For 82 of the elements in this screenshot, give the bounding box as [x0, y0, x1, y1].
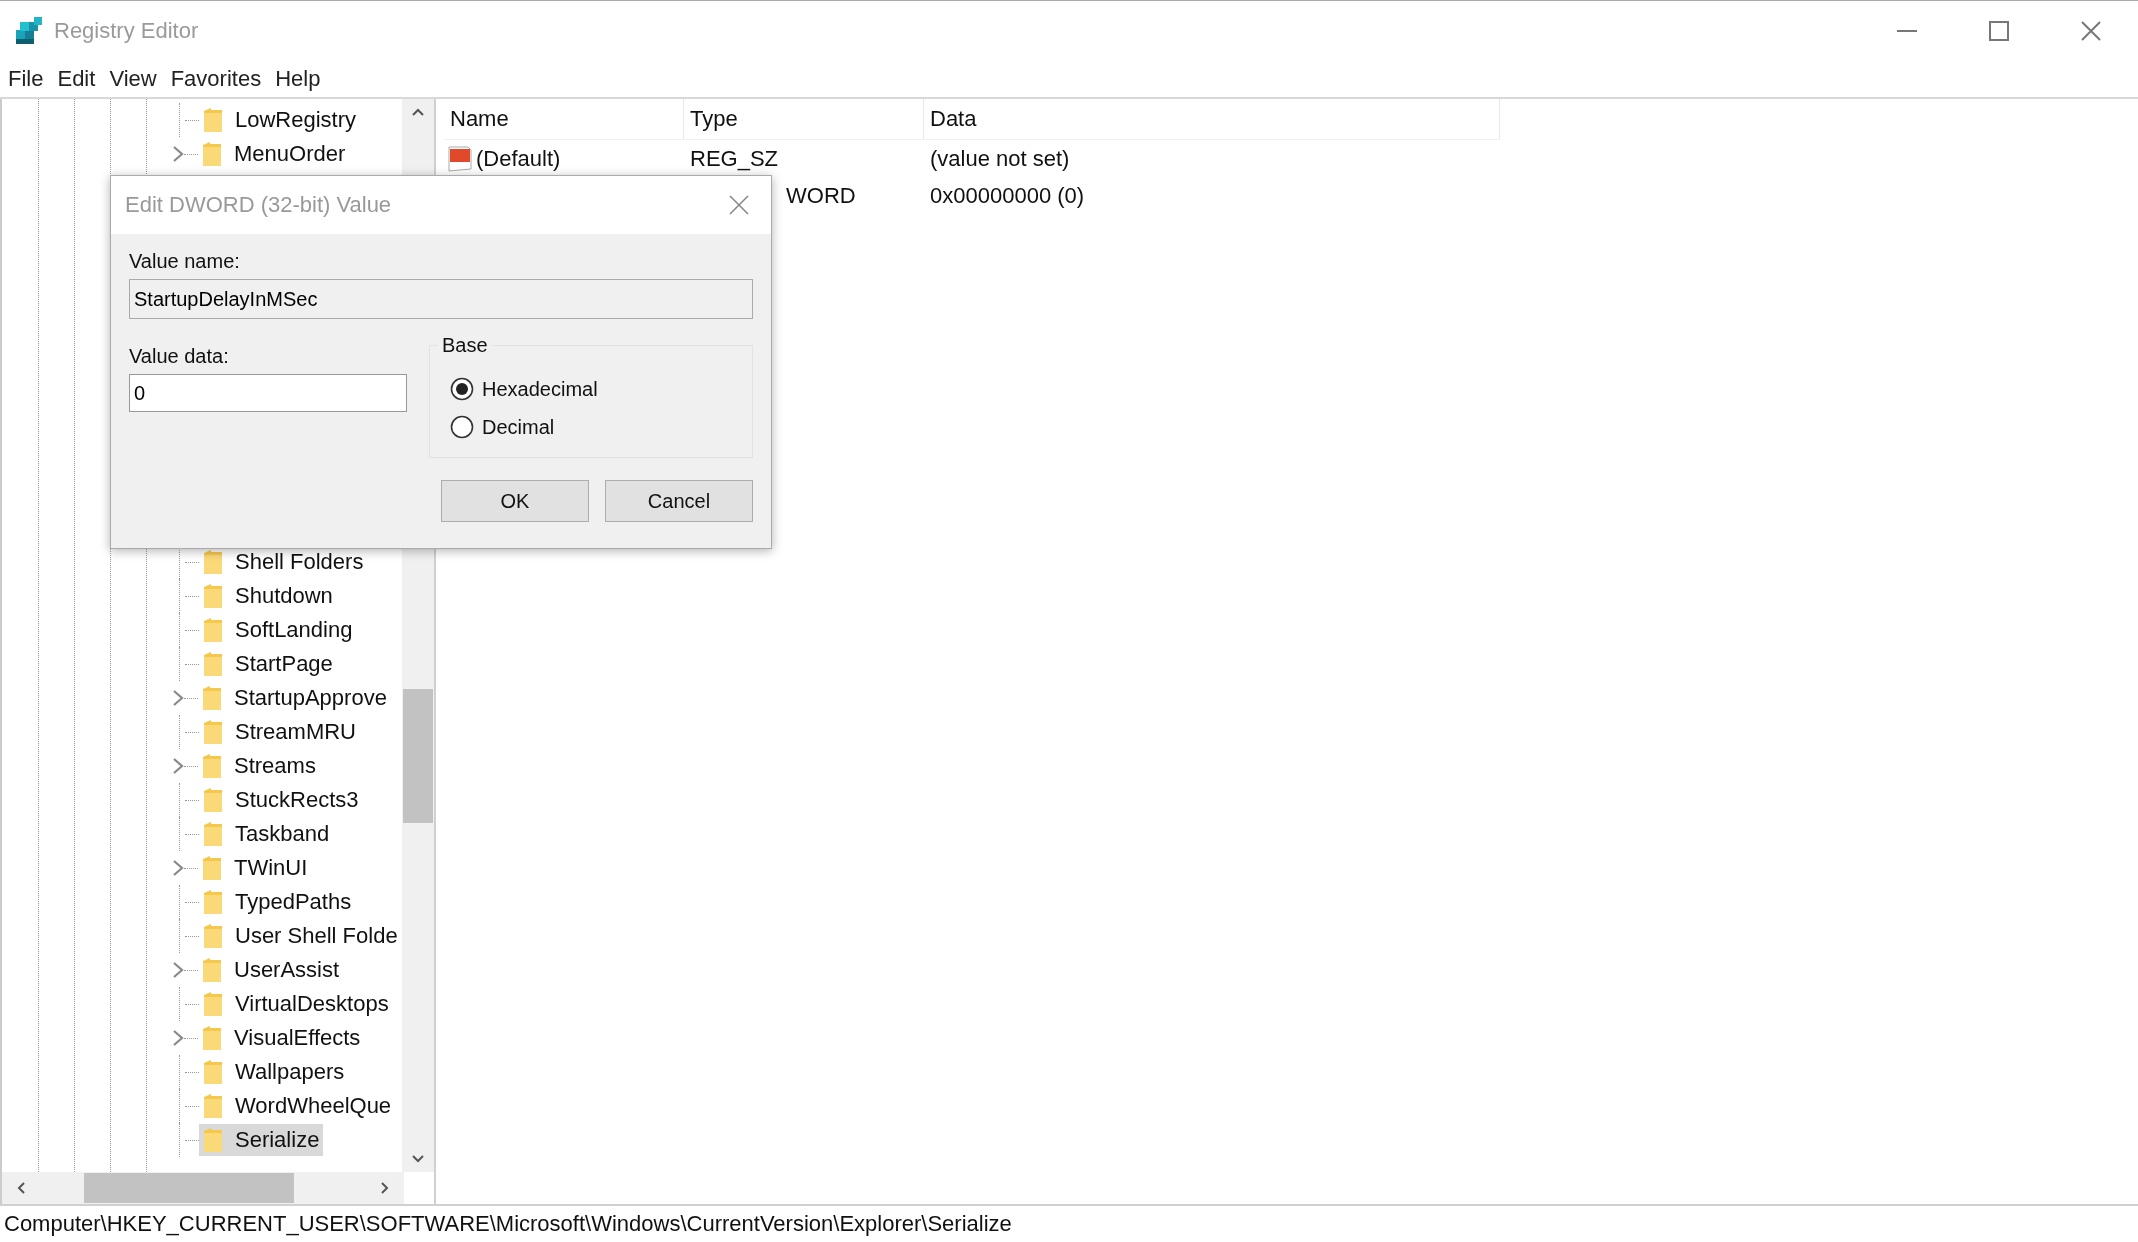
folder-icon — [203, 787, 223, 813]
folder-icon — [203, 1093, 223, 1119]
menu-item[interactable]: Help — [275, 66, 321, 92]
folder-icon — [203, 923, 223, 949]
folder-icon — [203, 1127, 223, 1153]
value-name[interactable]: (Default) — [476, 145, 561, 172]
tree-item[interactable]: Taskband — [199, 818, 334, 850]
tree-item[interactable]: TWinUI — [198, 852, 312, 884]
tree-item[interactable]: StartPage — [199, 648, 337, 680]
expand-chevron-icon[interactable] — [172, 145, 184, 163]
menu-item[interactable]: View — [109, 66, 157, 92]
value-data: 0x00000000 (0) — [929, 182, 1086, 209]
tree-item[interactable]: VirtualDesktops — [199, 988, 393, 1020]
value-type: WORD — [786, 182, 856, 208]
radio-button[interactable] — [450, 377, 474, 401]
folder-icon — [203, 651, 223, 677]
close-icon[interactable] — [2080, 20, 2102, 42]
expand-chevron-icon[interactable] — [172, 859, 184, 877]
tree-item[interactable]: WordWheelQue — [199, 1090, 396, 1122]
tree-item[interactable]: Shutdown — [199, 580, 337, 612]
tree-item[interactable]: SoftLanding — [199, 614, 357, 646]
tree-item[interactable]: StreamMRU — [199, 716, 360, 748]
tree-item[interactable]: MenuOrder — [198, 138, 350, 170]
tree-item[interactable]: Shell Folders — [199, 546, 368, 578]
scroll-left-icon[interactable] — [16, 1181, 26, 1195]
folder-icon — [203, 549, 223, 575]
folder-icon — [203, 1059, 223, 1085]
dialog-title: Edit DWORD (32-bit) Value — [125, 192, 392, 218]
folder-icon — [202, 753, 222, 779]
value-data-field[interactable]: 0 — [129, 374, 407, 412]
scroll-thumb[interactable] — [84, 1173, 294, 1203]
column-header[interactable]: Name — [444, 99, 684, 139]
tree-item[interactable]: Wallpapers — [199, 1056, 349, 1088]
scroll-up-icon[interactable] — [411, 107, 425, 117]
menu-item[interactable]: Edit — [57, 66, 96, 92]
column-header[interactable]: Data — [924, 99, 1500, 139]
folder-icon — [203, 583, 223, 609]
folder-icon — [202, 855, 222, 881]
value-type: REG_SZ — [690, 145, 779, 171]
folder-icon — [202, 685, 222, 711]
tree-item[interactable]: StartupApprove — [198, 682, 391, 714]
expand-chevron-icon[interactable] — [172, 1029, 184, 1047]
tree-item[interactable]: Streams — [198, 750, 320, 782]
tree-item[interactable]: TypedPaths — [199, 886, 356, 918]
field-label: Value name: — [129, 250, 241, 273]
folder-icon — [202, 957, 222, 983]
cancel-button[interactable]: Cancel — [605, 480, 753, 522]
folder-icon — [202, 141, 222, 167]
tree-item[interactable]: Serialize — [199, 1124, 324, 1156]
field-label: Value data: — [129, 345, 230, 368]
folder-icon — [203, 719, 223, 745]
window-title: Registry Editor — [54, 18, 199, 44]
scroll-right-icon[interactable] — [380, 1181, 390, 1195]
folder-icon — [203, 889, 223, 915]
radio-label[interactable]: Hexadecimal — [482, 377, 598, 401]
expand-chevron-icon[interactable] — [172, 689, 184, 707]
tree-item[interactable]: UserAssist — [198, 954, 344, 986]
radio-button[interactable] — [450, 415, 474, 439]
menu-item[interactable]: Favorites — [170, 66, 262, 92]
expand-chevron-icon[interactable] — [172, 757, 184, 775]
folder-icon — [203, 821, 223, 847]
string-value-icon — [446, 144, 474, 173]
maximize-icon[interactable] — [1988, 20, 2010, 42]
tree-item[interactable]: LowRegistry — [199, 104, 361, 136]
menu-item[interactable]: File — [8, 66, 44, 92]
folder-icon — [202, 1025, 222, 1051]
close-icon[interactable] — [729, 195, 749, 215]
expand-chevron-icon[interactable] — [172, 961, 184, 979]
radio-label[interactable]: Decimal — [482, 415, 555, 439]
scroll-thumb[interactable] — [403, 689, 433, 823]
tree-item[interactable]: StuckRects3 — [199, 784, 363, 816]
folder-icon — [203, 991, 223, 1017]
folder-icon — [203, 617, 223, 643]
value-data: (value not set) — [929, 145, 1071, 172]
value-name-field[interactable]: StartupDelayInMSec — [129, 279, 753, 319]
column-header[interactable]: Type — [684, 99, 924, 139]
folder-icon — [203, 107, 223, 133]
scroll-down-icon[interactable] — [411, 1154, 425, 1164]
tree-item[interactable]: User Shell Folde — [199, 920, 402, 952]
horizontal-scrollbar[interactable] — [2, 1172, 404, 1204]
ok-button[interactable]: OK — [441, 480, 589, 522]
tree-item[interactable]: VisualEffects — [198, 1022, 365, 1054]
